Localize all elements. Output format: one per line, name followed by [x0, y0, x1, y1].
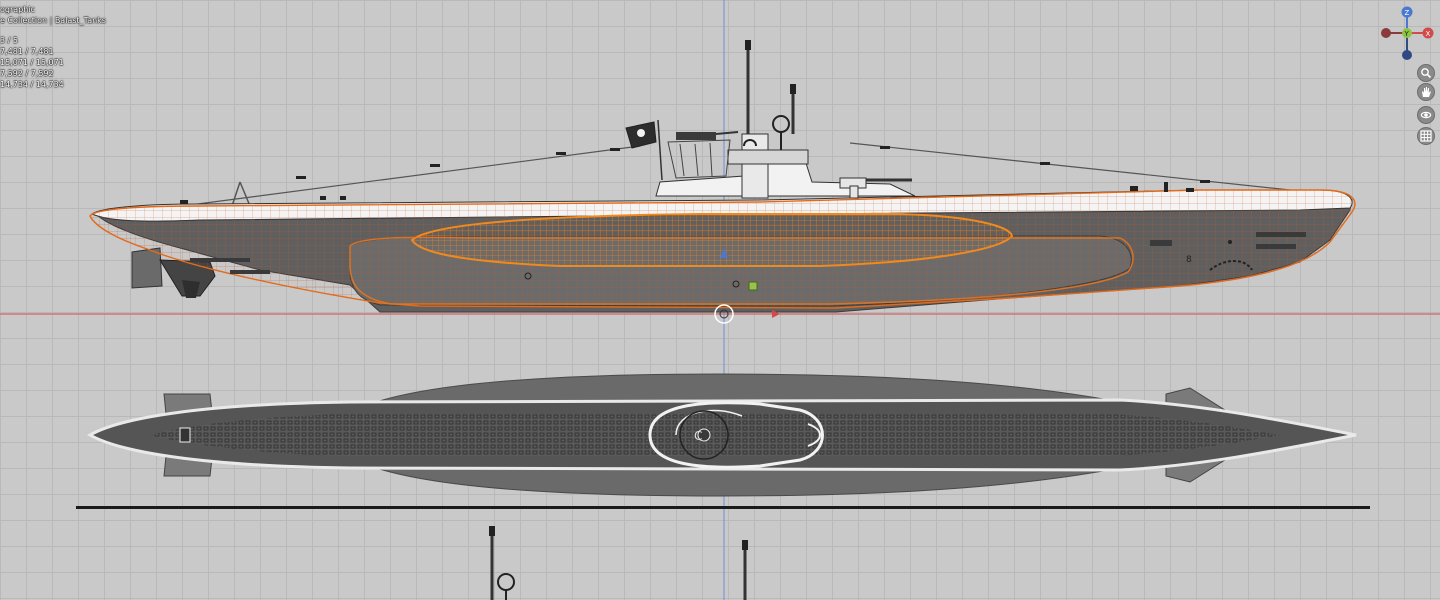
ballast-tank-selected[interactable]: [410, 213, 1014, 267]
stat-triangles: 14,734 / 14,734: [0, 80, 64, 89]
3d-viewport[interactable]: 8 C: [0, 0, 1440, 600]
stat-faces: 7,592 / 7,592: [0, 69, 54, 78]
gizmo-neg-x-handle[interactable]: [1381, 28, 1391, 38]
stat-edges: 15,071 / 15,071: [0, 58, 64, 67]
orbit-camera-button[interactable]: [1417, 106, 1435, 124]
svg-text:C: C: [694, 429, 702, 443]
hand-pan-icon: [1422, 87, 1431, 97]
navigation-gizmo[interactable]: Z X Y: [1380, 0, 1440, 62]
viewport-stats-overlay: ographic e Collection | Balast_Tanks 3 /…: [0, 4, 106, 90]
gizmo-neg-z-handle[interactable]: [1402, 50, 1412, 60]
stat-objects: 3 / 5: [0, 36, 18, 45]
svg-text:8: 8: [1186, 255, 1192, 265]
submarine-front-view-partial: [489, 526, 748, 600]
stat-vertices: 7,481 / 7,481: [0, 47, 54, 56]
toggle-grid-button[interactable]: [1417, 127, 1435, 145]
grid-toggle-icon: [1420, 130, 1432, 142]
collection-path: e Collection | Balast_Tanks: [0, 16, 106, 25]
pan-button[interactable]: [1417, 83, 1435, 101]
zoom-icon: [1421, 68, 1432, 79]
gizmo-y-label: Y: [1404, 30, 1410, 38]
gizmo-x-label: X: [1426, 30, 1431, 38]
submarine-side-view[interactable]: 8: [89, 40, 1356, 324]
gizmo-z-label: Z: [1405, 9, 1410, 17]
submarine-top-view[interactable]: C: [86, 373, 1357, 497]
view-name: ographic: [0, 5, 35, 14]
camera-orbit-icon: [1420, 111, 1432, 119]
view-divider: [76, 506, 1370, 509]
zoom-button[interactable]: [1417, 64, 1435, 82]
